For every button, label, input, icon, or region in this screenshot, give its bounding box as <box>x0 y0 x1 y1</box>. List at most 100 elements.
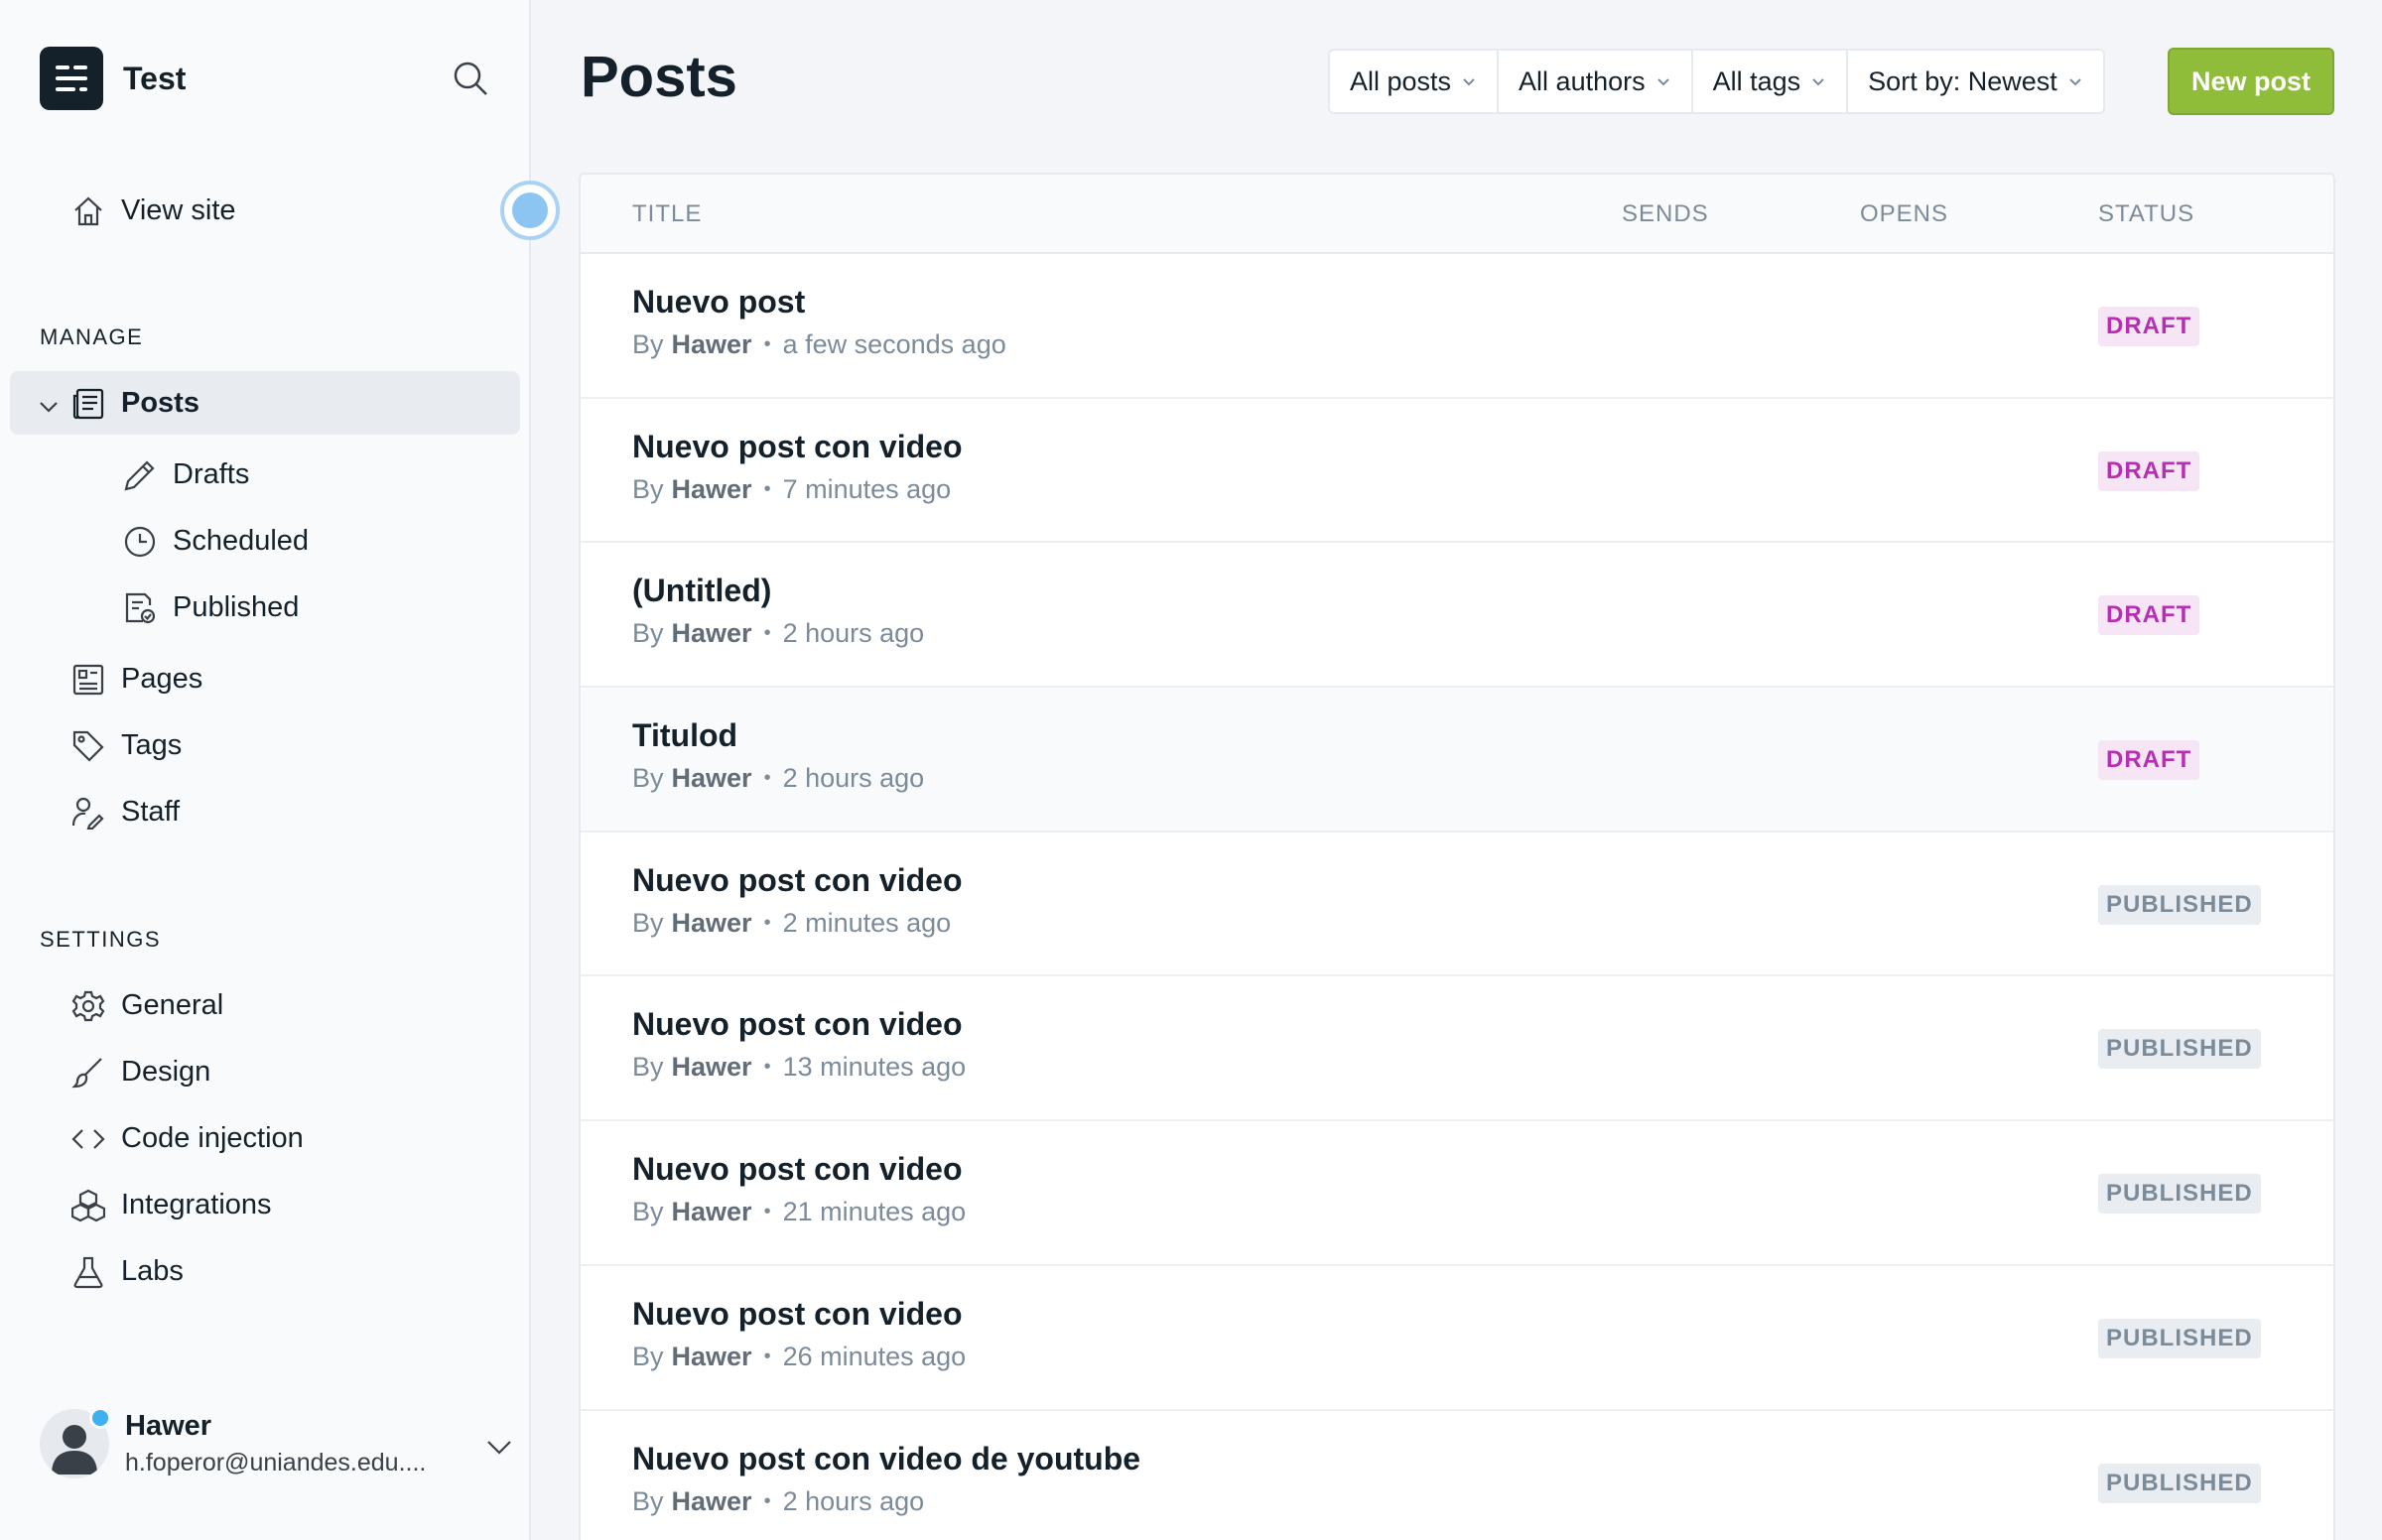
nav-staff[interactable]: Staff <box>10 780 520 843</box>
post-author: Hawer <box>671 1341 752 1371</box>
column-opens: OPENS <box>1860 200 1949 227</box>
home-icon <box>71 194 105 228</box>
nav-drafts[interactable]: Drafts <box>10 443 520 506</box>
filter-post-type-label: All posts <box>1350 65 1452 96</box>
new-post-button[interactable]: New post <box>2168 48 2334 115</box>
table-row[interactable]: (Untitled) By Hawer • 2 hours ago DRAFT <box>581 543 2333 689</box>
post-title: Titulod <box>632 717 738 754</box>
filter-author[interactable]: All authors <box>1499 51 1693 112</box>
brand-title: Test <box>123 60 187 96</box>
post-meta: By Hawer • 26 minutes ago <box>632 1341 967 1371</box>
clock-icon <box>123 525 157 559</box>
post-author: Hawer <box>671 1485 752 1516</box>
post-time: 2 hours ago <box>782 618 925 649</box>
nav-pages-label: Pages <box>121 662 203 695</box>
onboarding-pulse-indicator[interactable] <box>500 181 560 240</box>
online-status-dot <box>89 1407 111 1429</box>
by-label: By <box>632 907 664 938</box>
user-name: Hawer <box>125 1410 212 1442</box>
post-author: Hawer <box>671 1052 752 1083</box>
post-title: Nuevo post con video <box>632 428 963 464</box>
tag-icon <box>71 729 105 763</box>
nav-labs[interactable]: Labs <box>10 1239 520 1303</box>
nav-tags[interactable]: Tags <box>10 713 520 777</box>
posts-icon <box>71 387 105 421</box>
nav-view-site[interactable]: View site <box>10 179 520 242</box>
nav-staff-label: Staff <box>121 795 181 828</box>
nav-general[interactable]: General <box>10 973 520 1037</box>
status-badge: PUBLISHED <box>2098 1174 2261 1215</box>
post-time: 2 hours ago <box>782 763 925 794</box>
post-title: (Untitled) <box>632 573 772 609</box>
filter-bar: All posts All authors All tags Sort by: … <box>1328 49 2105 114</box>
filter-sort[interactable]: Sort by: Newest <box>1848 51 2103 112</box>
post-meta: By Hawer • a few seconds ago <box>632 329 1006 359</box>
settings-section-label: SETTINGS <box>40 927 162 952</box>
filter-tag[interactable]: All tags <box>1693 51 1849 112</box>
table-row[interactable]: Nuevo post con video By Hawer • 2 minute… <box>581 833 2333 977</box>
table-row[interactable]: Nuevo post By Hawer • a few seconds ago … <box>581 254 2333 399</box>
post-time: 7 minutes ago <box>782 473 952 504</box>
nav-integrations[interactable]: Integrations <box>10 1173 520 1236</box>
nav-posts-label: Posts <box>121 386 199 419</box>
post-author: Hawer <box>671 329 752 359</box>
nav-scheduled[interactable]: Scheduled <box>10 509 520 573</box>
nav-published-label: Published <box>173 590 300 623</box>
post-meta: By Hawer • 13 minutes ago <box>632 1052 967 1083</box>
chevron-down-icon <box>2069 78 2081 86</box>
by-label: By <box>632 763 664 794</box>
post-author: Hawer <box>671 1197 752 1227</box>
table-row[interactable]: Nuevo post con video By Hawer • 13 minut… <box>581 976 2333 1122</box>
nav-code-injection[interactable]: Code injection <box>10 1106 520 1170</box>
filter-tag-label: All tags <box>1712 65 1801 96</box>
post-meta: By Hawer • 21 minutes ago <box>632 1197 967 1227</box>
posts-table: TITLE SENDS OPENS STATUS Nuevo post By H… <box>579 173 2335 1540</box>
gear-icon <box>71 989 105 1023</box>
post-meta: By Hawer • 2 hours ago <box>632 618 925 649</box>
status-badge: DRAFT <box>2098 740 2200 781</box>
chevron-down-icon[interactable] <box>484 1432 514 1462</box>
nav-integrations-label: Integrations <box>121 1188 272 1220</box>
by-label: By <box>632 473 664 504</box>
by-label: By <box>632 1052 664 1083</box>
post-title: Nuevo post con video <box>632 1295 963 1332</box>
code-icon <box>71 1122 105 1156</box>
by-label: By <box>632 1485 664 1516</box>
table-row[interactable]: Nuevo post con video By Hawer • 21 minut… <box>581 1121 2333 1266</box>
post-meta: By Hawer • 2 minutes ago <box>632 907 952 938</box>
table-header: TITLE SENDS OPENS STATUS <box>581 175 2333 254</box>
nav-published[interactable]: Published <box>10 576 520 639</box>
column-title: TITLE <box>632 200 703 227</box>
status-badge: DRAFT <box>2098 595 2200 636</box>
pages-icon <box>71 663 105 697</box>
nav-design[interactable]: Design <box>10 1040 520 1103</box>
user-menu[interactable]: Hawer h.fореror@uniandes.edu.... <box>40 1404 511 1483</box>
post-author: Hawer <box>671 907 752 938</box>
table-row[interactable]: Nuevo post con video de youtube By Hawer… <box>581 1411 2333 1540</box>
chevron-down-icon[interactable] <box>38 393 60 415</box>
by-label: By <box>632 1197 664 1227</box>
post-title: Nuevo post con video <box>632 1151 963 1188</box>
table-row[interactable]: Nuevo post con video By Hawer • 26 minut… <box>581 1266 2333 1411</box>
post-time: 2 hours ago <box>782 1485 925 1516</box>
nav-pages[interactable]: Pages <box>10 647 520 710</box>
page-title: Posts <box>581 45 737 109</box>
brand[interactable]: Test <box>40 47 186 110</box>
chevron-down-icon <box>1812 78 1824 86</box>
chevron-down-icon <box>1656 78 1669 86</box>
nav-code-injection-label: Code injection <box>121 1121 304 1154</box>
post-time: 2 minutes ago <box>782 907 952 938</box>
filter-post-type[interactable]: All posts <box>1330 51 1500 112</box>
table-row[interactable]: Nuevo post con video By Hawer • 7 minute… <box>581 399 2333 544</box>
post-title: Nuevo post <box>632 284 806 320</box>
status-badge: DRAFT <box>2098 307 2200 346</box>
ghost-logo-icon <box>40 47 103 110</box>
nav-posts[interactable]: Posts <box>10 371 520 435</box>
post-title: Nuevo post con video <box>632 1006 963 1043</box>
status-badge: PUBLISHED <box>2098 1029 2261 1070</box>
search-icon[interactable] <box>452 60 491 99</box>
flask-icon <box>71 1255 105 1289</box>
post-author: Hawer <box>671 618 752 649</box>
table-row[interactable]: Titulod By Hawer • 2 hours ago DRAFT <box>581 688 2333 833</box>
post-time: 13 minutes ago <box>782 1052 967 1083</box>
